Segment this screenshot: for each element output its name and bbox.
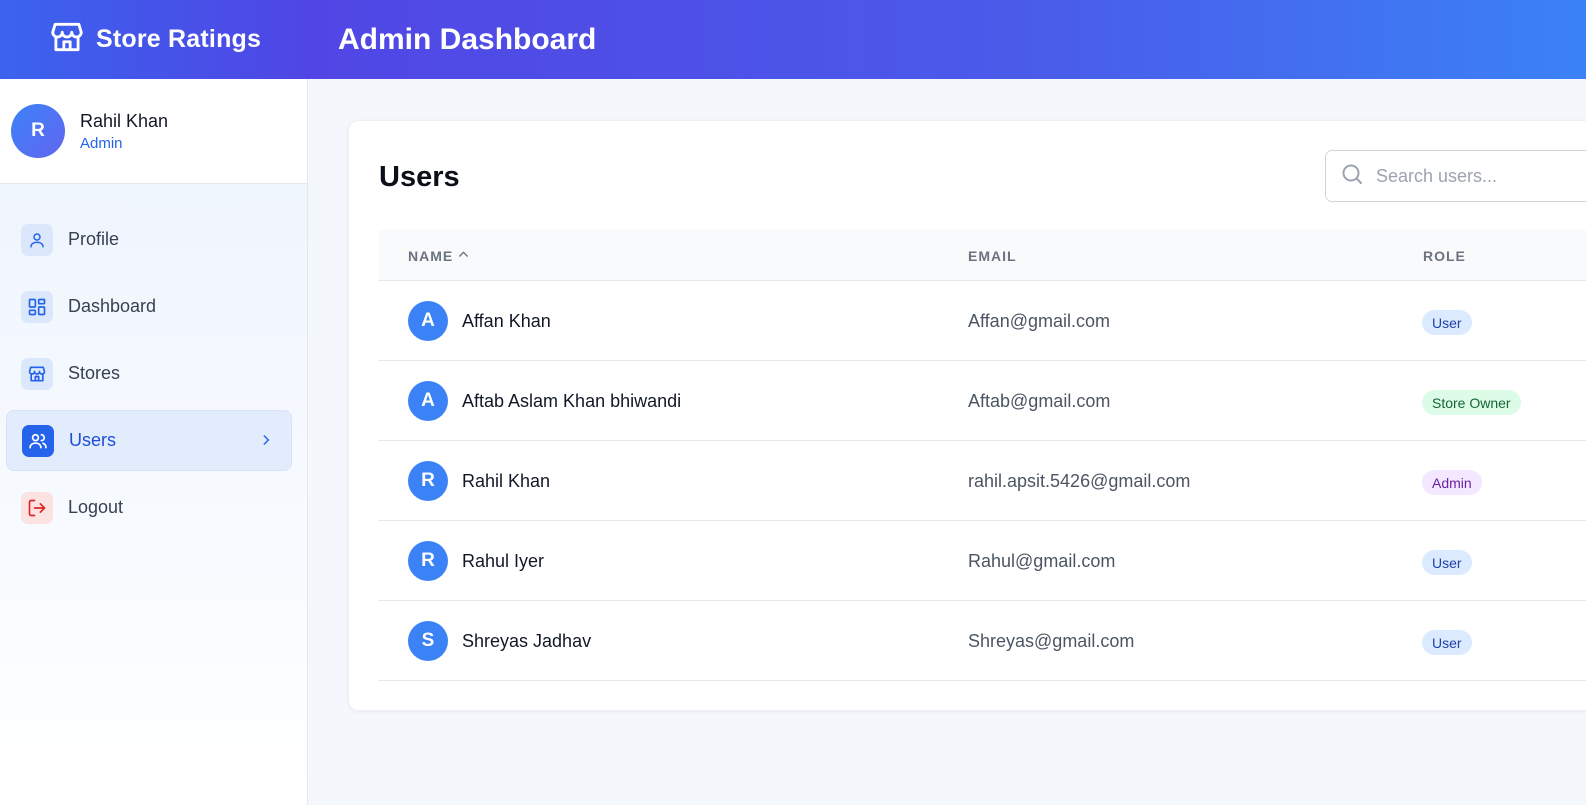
search-input[interactable]	[1376, 165, 1586, 187]
table-row[interactable]: S Shreyas Jadhav Shreyas@gmail.com User	[378, 601, 1586, 681]
user-name: Shreyas Jadhav	[462, 631, 592, 651]
user-name: Rahul Iyer	[462, 551, 545, 571]
brand-title: Store Ratings	[96, 25, 262, 53]
search-icon	[1340, 162, 1364, 191]
role-badge: User	[1422, 630, 1472, 655]
avatar: R	[11, 104, 65, 158]
role-badge: User	[1422, 310, 1472, 335]
page-title: Admin Dashboard	[338, 22, 597, 56]
user-name: Aftab Aslam Khan bhiwandi	[462, 391, 682, 411]
avatar: A	[408, 301, 448, 341]
grid-icon	[21, 290, 53, 323]
table-row[interactable]: A Aftab Aslam Khan bhiwandi Aftab@gmail.…	[378, 361, 1586, 441]
sidebar: R Rahil Khan Admin Profile Dashboard Sto…	[0, 79, 308, 805]
avatar: A	[408, 381, 448, 421]
logout-icon	[21, 491, 53, 524]
current-user-card: R Rahil Khan Admin	[0, 79, 307, 184]
sidebar-item-dashboard[interactable]: Dashboard	[6, 276, 292, 337]
search-box[interactable]	[1325, 150, 1586, 202]
avatar: R	[408, 461, 448, 501]
table-row[interactable]: A Affan Khan Affan@gmail.com User	[378, 281, 1586, 361]
store-icon	[48, 18, 86, 61]
avatar: S	[408, 621, 448, 661]
user-name: Affan Khan	[462, 311, 551, 331]
user-email: Aftab@gmail.com	[968, 391, 1111, 411]
user-email: Rahul@gmail.com	[968, 551, 1116, 571]
current-user-role: Admin	[80, 134, 123, 152]
table-header: NAME EMAIL ROLE	[378, 230, 1586, 281]
brand[interactable]: Store Ratings	[0, 0, 308, 79]
users-title: Users	[379, 161, 460, 193]
column-header-role[interactable]: ROLE	[1423, 248, 1466, 264]
table-row[interactable]: R Rahul Iyer Rahul@gmail.com User	[378, 521, 1586, 601]
chevron-right-icon	[259, 433, 273, 452]
sidebar-item-label: Dashboard	[68, 296, 157, 316]
sidebar-item-label: Stores	[68, 363, 121, 383]
role-badge: Store Owner	[1422, 390, 1521, 415]
user-name: Rahil Khan	[462, 471, 551, 491]
users-table: NAME EMAIL ROLE A Affan Khan Affan@gmail…	[378, 230, 1586, 681]
topbar: Admin Dashboard	[308, 0, 1586, 79]
sidebar-item-logout[interactable]: Logout	[6, 477, 292, 538]
user-icon	[21, 223, 53, 256]
app-header: Store Ratings Admin Dashboard	[0, 0, 1586, 79]
role-badge: Admin	[1422, 470, 1482, 495]
chevron-up-icon	[457, 248, 470, 264]
sidebar-item-label: Profile	[68, 229, 120, 249]
current-user-name: Rahil Khan	[80, 110, 169, 131]
sidebar-item-users[interactable]: Users	[6, 410, 292, 471]
user-email: Shreyas@gmail.com	[968, 631, 1135, 651]
sidebar-item-label: Logout	[68, 497, 124, 517]
user-email: Affan@gmail.com	[968, 311, 1110, 331]
column-header-name[interactable]: NAME	[408, 248, 470, 264]
sidebar-item-label: Users	[69, 430, 117, 450]
sidebar-item-stores[interactable]: Stores	[6, 343, 292, 404]
avatar: R	[408, 541, 448, 581]
sidebar-item-profile[interactable]: Profile	[6, 209, 292, 270]
sidebar-nav: Profile Dashboard Stores Users Logout	[0, 184, 307, 538]
user-email: rahil.apsit.5426@gmail.com	[968, 471, 1191, 491]
role-badge: User	[1422, 550, 1472, 575]
users-card: Users NAME EMAIL ROLE A Affan Khan Affan…	[348, 120, 1586, 711]
table-row[interactable]: R Rahil Khan rahil.apsit.5426@gmail.com …	[378, 441, 1586, 521]
store-icon	[21, 357, 53, 390]
users-icon	[22, 424, 54, 457]
column-header-email[interactable]: EMAIL	[968, 248, 1017, 264]
column-header-label: NAME	[408, 248, 454, 264]
